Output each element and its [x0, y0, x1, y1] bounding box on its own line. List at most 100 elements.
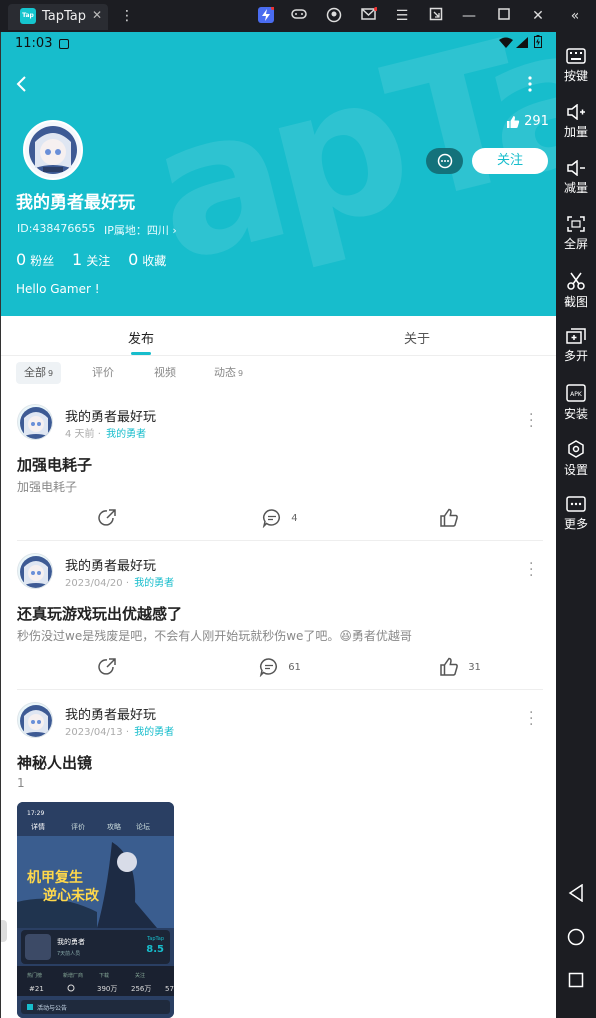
thumbs-up-icon — [507, 115, 520, 128]
back-arrow-icon[interactable] — [15, 76, 29, 92]
android-home-button[interactable] — [556, 928, 596, 949]
more-vertical-icon[interactable] — [527, 76, 533, 92]
android-recents-button[interactable] — [556, 972, 596, 991]
sidebar-item-screenshot[interactable]: 截图 — [556, 272, 596, 310]
scissors-icon — [567, 272, 585, 290]
sidebar-item-settings[interactable]: 设置 — [556, 440, 596, 478]
restore-icon[interactable] — [427, 7, 445, 25]
post-item[interactable]: 我的勇者最好玩 4 天前 · 我的勇者 · · · 加强电耗子 加强电耗子 4 — [1, 404, 556, 534]
thumb-brand: TapTap — [146, 936, 164, 942]
post-game-link[interactable]: 我的勇者 — [134, 578, 174, 589]
thumb-stat-label: 热门榜 — [27, 972, 42, 979]
sidebar-label: 全屏 — [563, 237, 588, 251]
thumb-time: 17:29 — [27, 810, 44, 817]
maximize-icon[interactable] — [495, 7, 513, 25]
taptap-app-icon: Tap — [20, 8, 36, 24]
app-tab[interactable]: Tap TapTap ✕ — [8, 4, 108, 30]
message-button[interactable] — [426, 148, 463, 174]
stat-favorites[interactable]: 0 收藏 — [128, 250, 166, 269]
profile-id: ID:438476655 — [17, 222, 96, 235]
menu-icon[interactable]: ☰ — [393, 7, 411, 25]
tab-title: TapTap — [42, 9, 87, 24]
multi-instance-icon — [566, 328, 586, 344]
like-button[interactable] — [439, 508, 459, 530]
post-author[interactable]: 我的勇者最好玩 — [65, 406, 156, 425]
post-avatar[interactable] — [17, 553, 53, 589]
comment-button[interactable]: 4 — [262, 508, 298, 530]
wifi-icon — [499, 37, 513, 48]
minimize-icon[interactable]: — — [460, 7, 478, 25]
post-game-link[interactable]: 我的勇者 — [134, 727, 174, 738]
emulator-sidebar: 按键 加量 减量 全屏 截图 多开 APK 安装 设置 更多 — [556, 32, 596, 1018]
sidebar-item-install[interactable]: APK 安装 — [556, 384, 596, 422]
gamepad-icon[interactable] — [290, 7, 308, 25]
filter-all[interactable]: 全部 9 — [16, 362, 62, 384]
filter-videos[interactable]: 视频 — [154, 362, 176, 384]
post-meta: 2023/04/13 · 我的勇者 — [65, 727, 175, 738]
post-avatar[interactable] — [17, 702, 53, 738]
collapse-sidebar-icon[interactable]: « — [566, 7, 584, 25]
sidebar-item-fullscreen[interactable]: 全屏 — [556, 216, 596, 252]
profile-avatar[interactable] — [23, 120, 83, 180]
post-more-icon[interactable]: · · · — [529, 408, 533, 434]
sidebar-item-volume-up[interactable]: 加量 — [556, 104, 596, 140]
sidebar-label: 安装 — [563, 407, 588, 421]
filter-moments[interactable]: 动态 9 — [214, 362, 243, 384]
sidebar-item-more[interactable]: 更多 — [556, 496, 596, 532]
post-more-icon[interactable]: · · · — [529, 706, 533, 732]
comment-icon — [259, 658, 277, 678]
stat-fans[interactable]: 0 粉丝 — [16, 250, 54, 269]
share-button[interactable] — [97, 657, 117, 679]
tab-posts[interactable]: 发布 — [128, 328, 154, 347]
thumb-bottom-label: 活动与公告 — [37, 1004, 67, 1012]
tab-close-icon[interactable]: ✕ — [92, 8, 102, 22]
share-button[interactable] — [97, 508, 117, 530]
tab-about[interactable]: 关于 — [404, 328, 430, 347]
post-time: 4 天前 — [65, 429, 95, 440]
like-button[interactable]: 31 — [439, 657, 481, 679]
signal-icon — [516, 37, 528, 48]
profile-stats: 0 粉丝 1 关注 0 收藏 — [16, 250, 180, 269]
follow-button[interactable]: 关注 — [472, 148, 548, 174]
home-circle-icon — [567, 928, 585, 946]
sidebar-item-multi-instance[interactable]: 多开 — [556, 328, 596, 364]
tab-menu-icon[interactable]: ⋮ — [118, 7, 136, 25]
back-triangle-icon — [568, 884, 583, 902]
post-body: 秒伤没过we是残废是吧，不会有人刚开始玩就秒伤we了吧。😆勇者优越哥 — [17, 629, 412, 643]
sidebar-item-keymap[interactable]: 按键 — [556, 48, 596, 84]
sidebar-item-volume-down[interactable]: 减量 — [556, 160, 596, 196]
stat-following[interactable]: 1 关注 — [72, 250, 110, 269]
post-item[interactable]: 我的勇者最好玩 2023/04/20 · 我的勇者 · · · 还真玩游戏玩出优越感… — [1, 553, 556, 683]
profile-username: 我的勇者最好玩 — [16, 193, 135, 213]
close-window-icon[interactable]: ✕ — [529, 7, 547, 25]
fullscreen-icon — [567, 216, 585, 232]
settings-icon — [568, 440, 584, 458]
post-author[interactable]: 我的勇者最好玩 — [65, 555, 156, 574]
android-back-button[interactable] — [556, 884, 596, 905]
profile-ip-location[interactable]: IP属地：四川 › — [104, 222, 177, 238]
keyboard-icon — [566, 48, 586, 64]
post-avatar[interactable] — [17, 404, 53, 440]
post-title: 还真玩游戏玩出优越感了 — [17, 605, 183, 623]
thumb-banner-line1: 机甲复生 — [27, 869, 83, 886]
post-divider — [17, 540, 543, 541]
account-icon[interactable] — [325, 7, 343, 25]
sidebar-label: 按键 — [563, 69, 588, 83]
volume-down-icon — [567, 160, 585, 176]
mail-icon[interactable] — [360, 7, 378, 25]
post-item[interactable]: 我的勇者最好玩 2023/04/13 · 我的勇者 · · · 神秘人出镜 1 — [1, 702, 556, 802]
thumb-tab: 评价 — [71, 823, 85, 831]
post-game-link[interactable]: 我的勇者 — [106, 429, 146, 440]
boost-icon[interactable] — [257, 6, 275, 25]
filter-reviews[interactable]: 评价 — [92, 362, 114, 384]
post-more-icon[interactable]: · · · — [529, 557, 533, 583]
notification-icon — [59, 39, 69, 49]
post-author[interactable]: 我的勇者最好玩 — [65, 704, 156, 723]
ip-text: IP属地：四川 — [104, 224, 169, 237]
comment-icon — [262, 509, 280, 529]
post-time: 2023/04/20 — [65, 578, 123, 589]
post-image[interactable]: 17:29 详情 评价 攻略 论坛 机甲复生 逆心未改 我的勇者 7天前人员 T… — [17, 802, 174, 1018]
comment-button[interactable]: 61 — [259, 657, 301, 679]
floating-edge-handle[interactable] — [1, 920, 7, 942]
filter-chips: 全部 9 评价 视频 动态 9 — [1, 362, 556, 386]
